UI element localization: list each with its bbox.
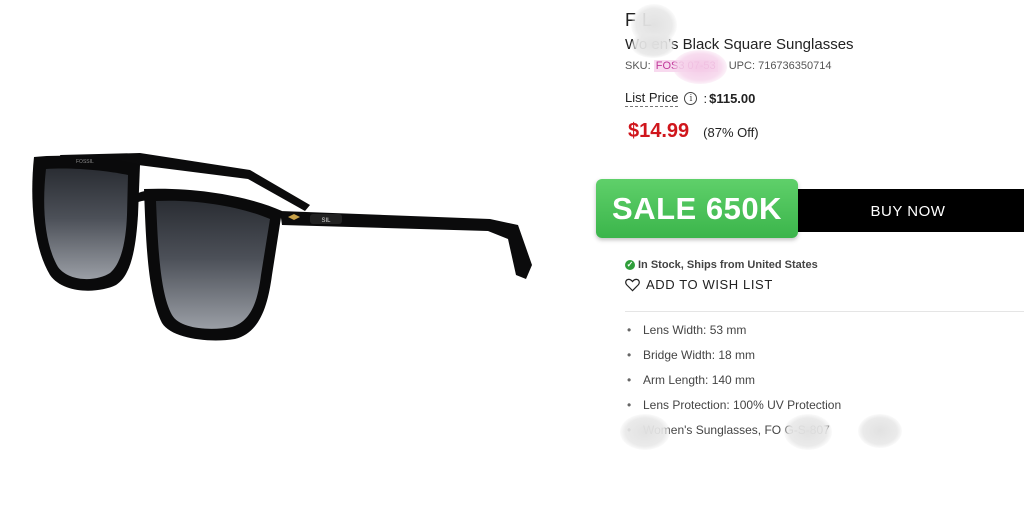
product-page: SIL FOSSIL F L Wo en's Black Square Sung…	[0, 0, 1024, 509]
discount-percent: (87% Off)	[703, 125, 759, 140]
spec-text: Arm Length: 140 mm	[643, 373, 756, 387]
spec-item-arm-length: • Arm Length: 140 mm	[625, 370, 841, 395]
spec-text: Lens Width: 53 mm	[643, 323, 747, 337]
heart-icon	[625, 278, 640, 291]
sku-value: FOS3 07-53	[653, 60, 718, 72]
spec-list: • Lens Width: 53 mm • Bridge Width: 18 mm …	[625, 320, 841, 445]
product-identifiers: SKU: FOS3 07-53 UPC: 716736350714	[625, 60, 832, 72]
product-title: Wo en's Black Square Sunglasses	[625, 36, 854, 53]
sale-price: $14.99	[628, 120, 690, 142]
list-price-value: $115.00	[709, 91, 756, 106]
spec-item-lens-width: • Lens Width: 53 mm	[625, 320, 841, 345]
svg-text:SIL: SIL	[321, 218, 331, 224]
product-image: SIL FOSSIL	[20, 135, 550, 355]
check-circle-icon: ✓	[625, 260, 635, 270]
sale-badge: SALE 650K	[596, 179, 798, 238]
spec-text: Bridge Width: 18 mm	[643, 348, 756, 362]
spec-text: Women's Sunglasses, FO G-S-807	[643, 423, 830, 437]
stock-text: In Stock, Ships from United States	[638, 259, 818, 271]
sunglasses-illustration: SIL FOSSIL	[32, 153, 532, 341]
spec-text: Lens Protection: 100% UV Protection	[643, 398, 842, 412]
sku-label: SKU:	[625, 60, 651, 72]
upc-label: UPC:	[728, 60, 756, 72]
list-price-separator: :	[703, 91, 708, 106]
list-price-label[interactable]: List Price	[625, 90, 679, 107]
svg-text:FOSSIL: FOSSIL	[76, 159, 94, 165]
add-to-wishlist-button[interactable]: ADD TO WISH LIST	[625, 277, 773, 292]
divider	[625, 311, 1024, 312]
wishlist-label: ADD TO WISH LIST	[646, 277, 773, 292]
spec-item-bridge-width: • Bridge Width: 18 mm	[625, 345, 841, 370]
stock-status: ✓ In Stock, Ships from United States	[625, 259, 818, 271]
info-icon[interactable]: i	[684, 92, 698, 105]
brand-name[interactable]: F L	[625, 10, 653, 31]
spec-item-model: • Women's Sunglasses, FO G-S-807	[625, 420, 841, 445]
upc-value: 716736350714	[758, 60, 832, 72]
list-price-row: List Price i : $115.00	[625, 90, 755, 107]
price-row: $14.99 (87% Off)	[628, 120, 759, 143]
spec-item-lens-protection: • Lens Protection: 100% UV Protection	[625, 395, 841, 420]
buy-now-button[interactable]: BUY NOW	[780, 189, 1024, 232]
